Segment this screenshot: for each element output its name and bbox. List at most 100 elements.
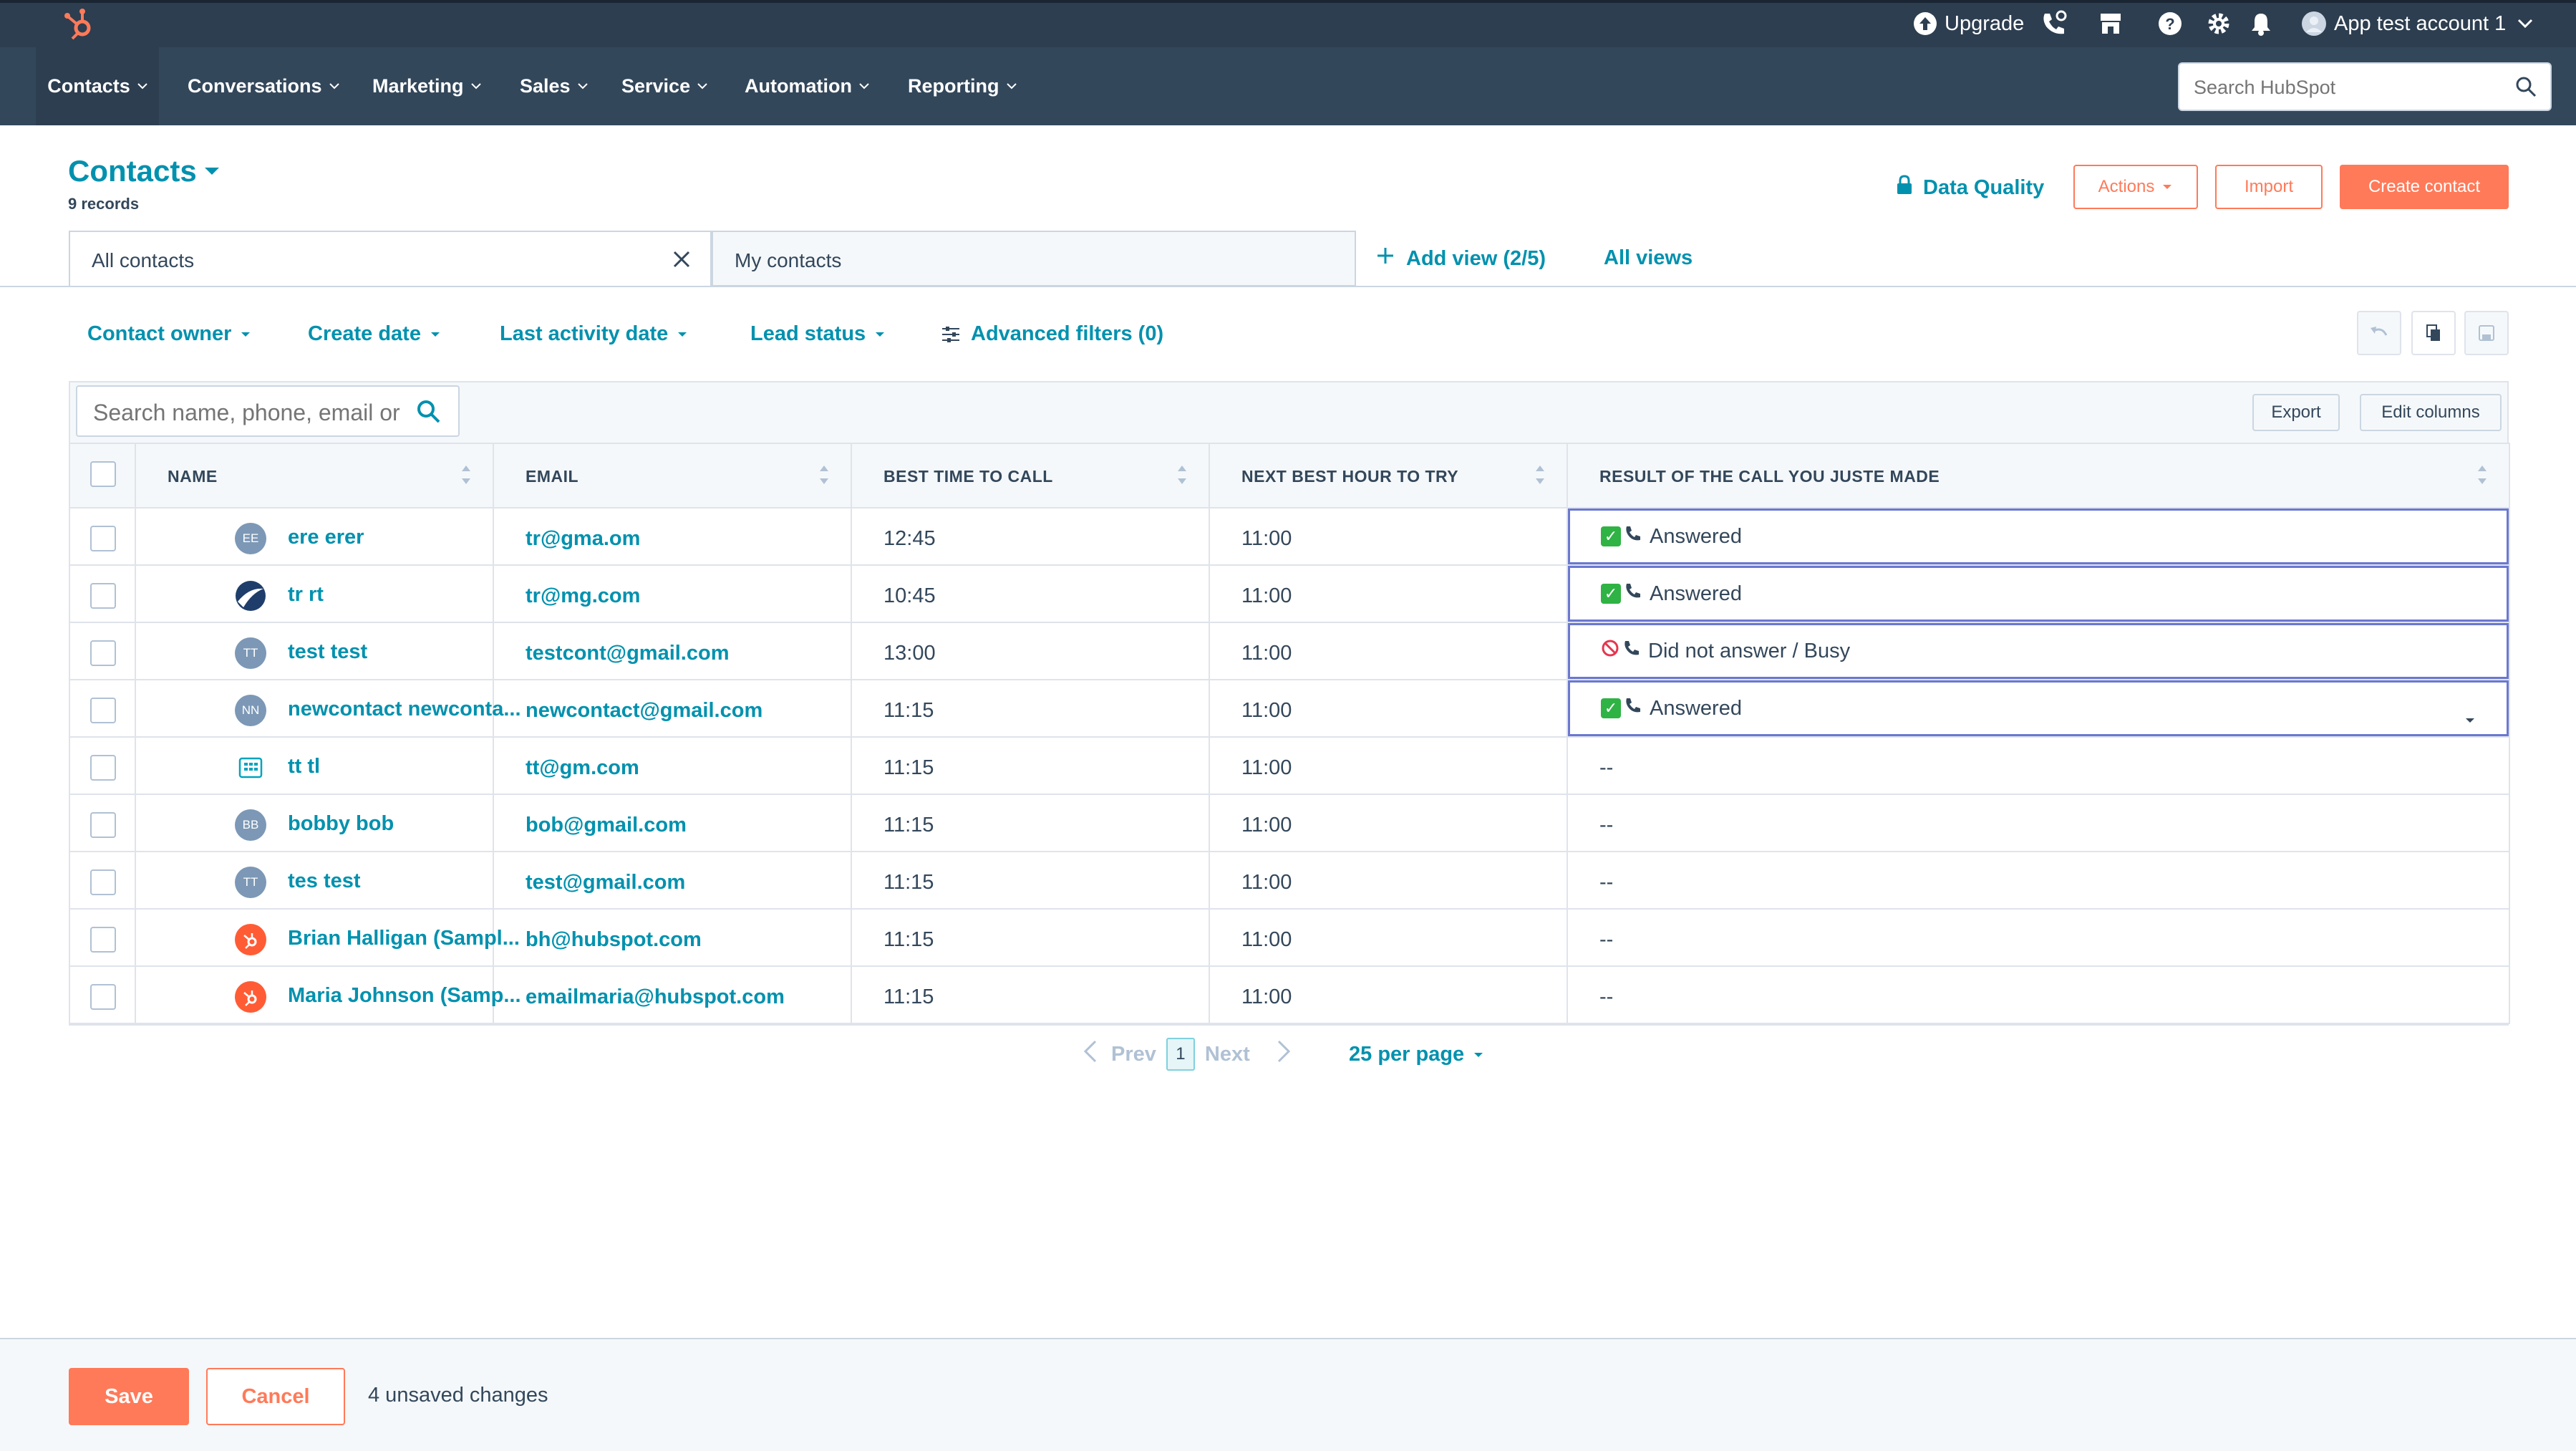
call-result-cell[interactable]: -- <box>1567 851 2510 910</box>
row-checkbox[interactable] <box>90 812 116 838</box>
filter-create-date[interactable]: Create date <box>308 322 441 346</box>
table-row[interactable]: EE ere erer tr@gma.om 12:45 11:00 ✓ Answered <box>69 507 2510 566</box>
help-icon[interactable]: ? <box>2158 0 2182 47</box>
search-icon[interactable] <box>2514 75 2537 102</box>
table-row[interactable]: Maria Johnson (Samp... emailmaria@hubspot… <box>69 965 2510 1024</box>
contact-name-link[interactable]: newcontact newconta... <box>288 698 521 721</box>
add-view-button[interactable]: Add view (2/5) <box>1376 246 1546 271</box>
best-time-cell[interactable]: 11:15 <box>851 965 1210 1024</box>
select-all-checkbox[interactable] <box>90 461 116 487</box>
contact-email-link[interactable]: bh@hubspot.com <box>526 928 702 952</box>
contact-email-link[interactable]: newcontact@gmail.com <box>526 699 762 723</box>
filter-lead-status[interactable]: Lead status <box>750 322 886 346</box>
column-header-next-hour[interactable]: NEXT BEST HOUR TO TRY <box>1209 443 1568 508</box>
advanced-filters-button[interactable]: Advanced filters (0) <box>941 322 1163 346</box>
row-checkbox[interactable] <box>90 927 116 953</box>
hubspot-logo-icon[interactable] <box>60 4 99 43</box>
nav-service[interactable]: Service <box>621 47 707 125</box>
row-checkbox[interactable] <box>90 526 116 551</box>
next-hour-cell[interactable]: 11:00 <box>1209 679 1568 738</box>
next-hour-cell[interactable]: 11:00 <box>1209 622 1568 680</box>
row-checkbox[interactable] <box>90 755 116 781</box>
call-result-cell[interactable]: -- <box>1567 965 2510 1024</box>
next-page-button[interactable]: Next <box>1205 1043 1250 1066</box>
tab-my-contacts[interactable]: My contacts <box>712 231 1356 286</box>
filter-last-activity-date[interactable]: Last activity date <box>500 322 688 346</box>
export-button[interactable]: Export <box>2252 394 2340 431</box>
table-search[interactable] <box>76 385 460 437</box>
current-page[interactable]: 1 <box>1166 1038 1195 1071</box>
column-header-call-result[interactable]: RESULT OF THE CALL YOU JUSTE MADE <box>1567 443 2510 508</box>
contact-name-link[interactable]: tt tl <box>288 755 320 778</box>
best-time-cell[interactable]: 11:15 <box>851 736 1210 795</box>
calling-icon[interactable] <box>2039 0 2068 47</box>
data-quality-link[interactable]: Data Quality <box>1896 175 2044 201</box>
tab-all-contacts[interactable]: All contacts <box>69 231 712 286</box>
call-result-select[interactable]: ✓ Answered <box>1568 508 2509 564</box>
next-hour-cell[interactable]: 11:00 <box>1209 908 1568 967</box>
caret-down-icon[interactable] <box>2464 706 2476 730</box>
call-result-select[interactable]: ✓ Answered <box>1568 566 2509 622</box>
contact-email-link[interactable]: test@gmail.com <box>526 871 685 895</box>
nav-sales[interactable]: Sales <box>520 47 588 125</box>
row-checkbox[interactable] <box>90 583 116 609</box>
contact-name-link[interactable]: tes test <box>288 869 361 893</box>
undo-button[interactable] <box>2357 311 2401 355</box>
page-title[interactable]: Contacts <box>68 154 197 188</box>
contact-email-link[interactable]: tr@gma.om <box>526 527 640 551</box>
global-search[interactable] <box>2178 62 2552 111</box>
contact-email-link[interactable]: bob@gmail.com <box>526 814 687 837</box>
contact-name-link[interactable]: tr rt <box>288 583 324 607</box>
contact-email-link[interactable]: testcont@gmail.com <box>526 642 730 665</box>
save-view-button[interactable] <box>2464 311 2509 355</box>
table-row[interactable]: TT tes test test@gmail.com 11:15 11:00 -- <box>69 851 2510 910</box>
per-page-select[interactable]: 25 per page <box>1349 1043 1484 1066</box>
sort-icon[interactable] <box>1177 464 1187 490</box>
best-time-cell[interactable]: 10:45 <box>851 564 1210 623</box>
call-result-cell[interactable]: -- <box>1567 908 2510 967</box>
table-row[interactable]: Brian Halligan (Sampl... bh@hubspot.com 11… <box>69 908 2510 967</box>
contact-name-link[interactable]: test test <box>288 640 367 664</box>
call-result-cell[interactable]: -- <box>1567 794 2510 852</box>
next-hour-cell[interactable]: 11:00 <box>1209 965 1568 1024</box>
best-time-cell[interactable]: 11:15 <box>851 794 1210 852</box>
best-time-cell[interactable]: 13:00 <box>851 622 1210 680</box>
sort-icon[interactable] <box>819 464 829 490</box>
nav-automation[interactable]: Automation <box>745 47 869 125</box>
row-checkbox[interactable] <box>90 869 116 895</box>
table-search-input[interactable] <box>92 397 402 428</box>
clone-view-button[interactable] <box>2411 311 2456 355</box>
table-row[interactable]: tr rt tr@mg.com 10:45 11:00 ✓ Answered <box>69 564 2510 623</box>
settings-icon[interactable] <box>2207 0 2231 47</box>
create-contact-button[interactable]: Create contact <box>2340 165 2509 209</box>
call-result-cell[interactable]: -- <box>1567 736 2510 795</box>
contact-email-link[interactable]: emailmaria@hubspot.com <box>526 985 785 1009</box>
search-icon[interactable] <box>415 398 441 428</box>
best-time-cell[interactable]: 11:15 <box>851 908 1210 967</box>
best-time-cell[interactable]: 12:45 <box>851 507 1210 566</box>
caret-down-icon[interactable] <box>203 166 221 180</box>
call-result-select[interactable]: ✓ Answered <box>1568 680 2509 736</box>
next-hour-cell[interactable]: 11:00 <box>1209 851 1568 910</box>
call-result-cell[interactable]: Did not answer / Busy <box>1567 622 2510 680</box>
contact-name-link[interactable]: Maria Johnson (Samp... <box>288 984 521 1008</box>
sort-icon[interactable] <box>461 464 471 490</box>
close-icon[interactable] <box>672 249 692 273</box>
marketplace-icon[interactable] <box>2098 0 2124 47</box>
contact-name-link[interactable]: Brian Halligan (Sampl... <box>288 927 520 950</box>
actions-button[interactable]: Actions <box>2073 165 2198 209</box>
chevron-right-icon[interactable] <box>1277 1040 1290 1069</box>
column-header-email[interactable]: EMAIL <box>493 443 852 508</box>
all-views-link[interactable]: All views <box>1604 246 1693 270</box>
filter-contact-owner[interactable]: Contact owner <box>87 322 251 346</box>
call-result-cell[interactable]: ✓ Answered <box>1567 507 2510 566</box>
next-hour-cell[interactable]: 11:00 <box>1209 794 1568 852</box>
sort-icon[interactable] <box>1535 464 1545 490</box>
best-time-cell[interactable]: 11:15 <box>851 679 1210 738</box>
table-row[interactable]: TT test test testcont@gmail.com 13:00 11:00 D… <box>69 622 2510 680</box>
upgrade-link[interactable]: Upgrade <box>1913 0 2024 47</box>
column-header-name[interactable]: NAME <box>135 443 494 508</box>
row-checkbox[interactable] <box>90 640 116 666</box>
table-row[interactable]: NN newcontact newconta... newcontact@gmail… <box>69 679 2510 738</box>
next-hour-cell[interactable]: 11:00 <box>1209 507 1568 566</box>
